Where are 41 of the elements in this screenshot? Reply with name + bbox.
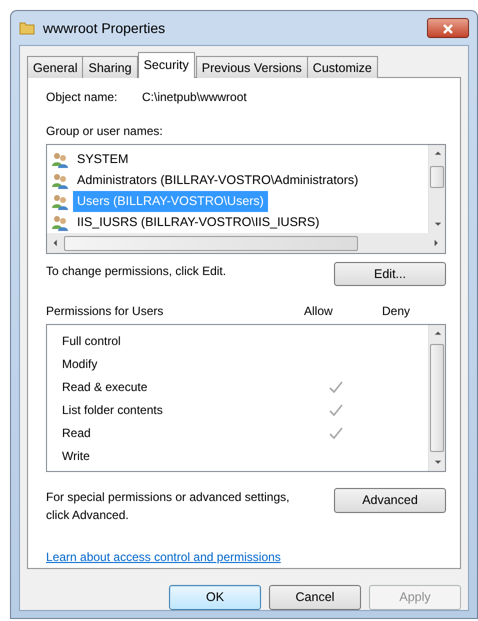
tab[interactable]: Sharing [82, 56, 138, 78]
permission-name: List folder contents [61, 402, 164, 418]
user-group-icon [51, 152, 69, 168]
tab[interactable]: Security [138, 52, 195, 78]
permission-name: Full control [61, 332, 122, 350]
scroll-thumb[interactable] [430, 166, 444, 188]
close-button[interactable] [427, 18, 469, 38]
dialog-button[interactable]: Cancel [269, 585, 361, 610]
object-name-value: C:\inetpub\wwwroot [142, 89, 247, 106]
user-group-icon [51, 194, 69, 210]
object-name-label: Object name: [46, 89, 118, 106]
permission-name: Write [61, 448, 91, 464]
permission-name: Modify [61, 356, 98, 372]
close-icon [442, 24, 454, 34]
permission-name: Read & execute [61, 378, 148, 396]
user-list-item[interactable]: Administrators (BILLRAY-VOSTRO\Administrators) [73, 170, 362, 191]
permissions-label: Permissions for Users [46, 303, 164, 320]
group-list-label: Group or user names: [46, 123, 164, 140]
permission-name: Read [61, 424, 92, 442]
help-link[interactable]: Learn about access control and permissions [46, 550, 281, 564]
window-title: wwwroot Properties [43, 18, 166, 38]
tab[interactable]: Previous Versions [196, 56, 308, 78]
user-list-item[interactable]: IIS_IUSRS (BILLRAY-VOSTRO\IIS_IUSRS) [73, 212, 324, 233]
user-group-icon [51, 172, 69, 188]
horizontal-scrollbar[interactable] [47, 233, 445, 253]
advanced-settings-hint: For special permissions or advanced settings, click Advanced. [46, 489, 290, 524]
folder-icon [19, 20, 35, 36]
advanced-button[interactable]: Advanced [334, 488, 446, 513]
user-group-icon [51, 214, 69, 230]
scroll-thumb[interactable] [430, 344, 444, 452]
tab[interactable]: Customize [306, 56, 378, 78]
deny-column-header: Deny [382, 303, 410, 320]
dialog-button[interactable]: OK [169, 585, 261, 610]
change-permissions-hint: To change permissions, click Edit. [46, 263, 226, 280]
vertical-scrollbar[interactable] [428, 325, 445, 471]
user-list-item[interactable]: SYSTEM [73, 149, 132, 170]
tab[interactable]: General [27, 56, 84, 78]
scroll-thumb[interactable] [64, 236, 358, 250]
allow-column-header: Allow [304, 303, 334, 320]
edit-button[interactable]: Edit... [334, 262, 446, 286]
vertical-scrollbar[interactable] [428, 145, 445, 233]
